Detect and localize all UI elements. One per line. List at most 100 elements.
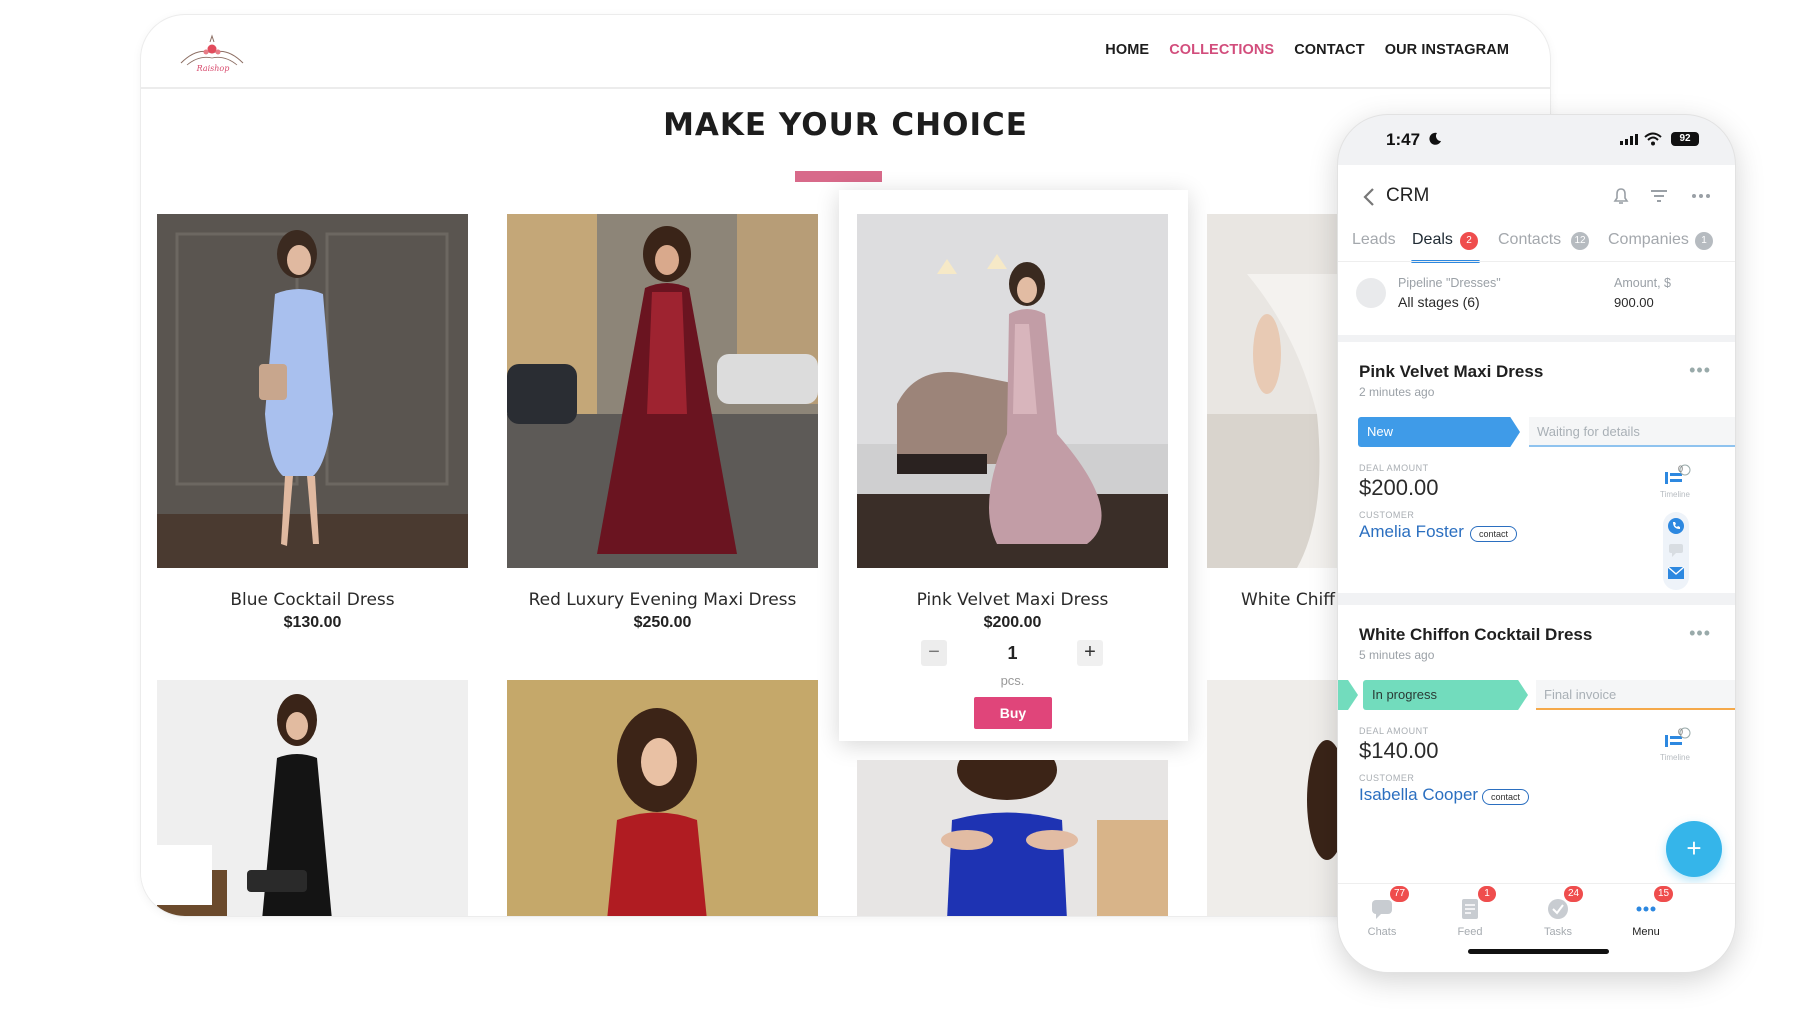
deals-badge: 2: [1460, 232, 1478, 250]
moon-icon: [1429, 132, 1441, 145]
deal-more-icon[interactable]: •••: [1689, 623, 1711, 644]
product-image[interactable]: [507, 680, 818, 916]
timeline-count: 0: [1678, 464, 1684, 474]
bell-icon[interactable]: [1610, 187, 1632, 205]
tab-leads[interactable]: Leads: [1352, 231, 1396, 249]
amount-value: 900.00: [1614, 295, 1654, 310]
chats-badge: 77: [1390, 886, 1410, 902]
stage-current-label: In progress: [1372, 687, 1438, 702]
deal-amount-label: DEAL AMOUNT: [1359, 726, 1429, 736]
stage-current[interactable]: New: [1358, 417, 1520, 447]
customer-name[interactable]: Amelia Foster: [1359, 522, 1464, 542]
tabbar-tasks[interactable]: 24 Tasks: [1514, 884, 1602, 944]
companies-badge: 1: [1695, 232, 1713, 250]
product-image[interactable]: [157, 214, 468, 568]
tabbar-chats[interactable]: 77 Chats: [1338, 884, 1426, 944]
nav-collections[interactable]: COLLECTIONS: [1169, 42, 1274, 58]
nav-contact[interactable]: CONTACT: [1294, 42, 1365, 58]
crm-tabs: Leads Deals 2 Contacts 12 Companies 1: [1338, 223, 1735, 263]
wifi-icon: [1644, 132, 1662, 146]
product-card-pink-velvet[interactable]: Pink Velvet Maxi Dress $200.00 − 1 + pcs…: [857, 214, 1168, 734]
product-image[interactable]: [857, 214, 1168, 568]
crm-header: CRM Leads Deals 2 Contacts 12 Companies …: [1338, 165, 1735, 335]
status-bar: 1:47 92: [1338, 115, 1735, 165]
chat-bubble-icon[interactable]: [1668, 542, 1684, 558]
dress-photo-blue-short: [857, 760, 1168, 916]
menu-dots-icon: [1636, 906, 1656, 912]
contact-tag: contact: [1470, 526, 1518, 542]
pipeline-label: Pipeline "Dresses": [1398, 276, 1501, 290]
deal-amount-label: DEAL AMOUNT: [1359, 463, 1429, 473]
timeline-label: Timeline: [1660, 753, 1690, 762]
stage-next[interactable]: Waiting for details: [1529, 417, 1735, 447]
product-name[interactable]: Blue Cocktail Dress: [157, 590, 468, 610]
product-price: $250.00: [633, 614, 692, 631]
filter-icon[interactable]: [1648, 187, 1670, 205]
customer-label: CUSTOMER: [1359, 773, 1415, 783]
title-underline: [795, 171, 882, 182]
deal-amount: $140.00: [1359, 738, 1439, 763]
tab-deals[interactable]: Deals: [1412, 231, 1453, 249]
nav-home[interactable]: HOME: [1105, 42, 1149, 58]
logo-ornament-icon: [180, 34, 244, 66]
tab-companies[interactable]: Companies: [1608, 231, 1689, 249]
stage-current[interactable]: In progress: [1363, 680, 1528, 710]
product-image[interactable]: [857, 760, 1168, 916]
tabbar-menu[interactable]: 15 Menu: [1602, 884, 1690, 944]
timeline-label: Timeline: [1660, 490, 1690, 499]
product-name[interactable]: Red Luxury Evening Maxi Dress: [507, 590, 818, 610]
product-card-red-short[interactable]: [507, 680, 818, 916]
tab-contacts[interactable]: Contacts: [1498, 231, 1561, 249]
stage-next[interactable]: Final invoice: [1536, 680, 1735, 710]
tabbar-label: Chats: [1367, 926, 1397, 938]
shop-logo[interactable]: Raishop: [177, 27, 247, 87]
deal-amount: $200.00: [1359, 475, 1439, 500]
tabbar-label: Tasks: [1543, 926, 1573, 938]
stage-previous: [1338, 680, 1358, 710]
battery-indicator: 92: [1671, 132, 1699, 146]
contacts-badge: 12: [1571, 232, 1589, 250]
mail-icon[interactable]: [1668, 566, 1684, 580]
deal-card[interactable]: Pink Velvet Maxi Dress 2 minutes ago •••…: [1338, 342, 1735, 593]
customer-label: CUSTOMER: [1359, 510, 1415, 520]
pipeline-stage[interactable]: All stages (6): [1398, 294, 1480, 310]
deal-more-icon[interactable]: •••: [1689, 360, 1711, 381]
deal-time: 2 minutes ago: [1359, 385, 1435, 399]
nav-instagram[interactable]: OUR INSTAGRAM: [1385, 42, 1509, 58]
more-icon[interactable]: [1690, 187, 1712, 205]
tabbar-feed[interactable]: 1 Feed: [1426, 884, 1514, 944]
customer-name[interactable]: Isabella Cooper: [1359, 785, 1478, 805]
dress-photo-pink: [857, 214, 1168, 568]
quantity-value[interactable]: 1: [857, 643, 1168, 664]
product-card-blue-cocktail[interactable]: Blue Cocktail Dress $130.00: [157, 214, 468, 644]
deal-time: 5 minutes ago: [1359, 648, 1435, 662]
logo-text: Raishop: [196, 64, 230, 73]
chat-icon: [1372, 900, 1392, 919]
product-price: $200.00: [983, 614, 1042, 631]
add-deal-button[interactable]: +: [1666, 821, 1722, 877]
timeline-count: 0: [1678, 727, 1684, 737]
dress-photo-red: [507, 214, 818, 568]
timeline-icon[interactable]: [1663, 464, 1691, 486]
product-card-red-luxury[interactable]: Red Luxury Evening Maxi Dress $250.00: [507, 214, 818, 644]
dress-photo-gold: [507, 680, 818, 916]
product-card-blue-short[interactable]: [857, 760, 1168, 916]
buy-button[interactable]: Buy: [974, 697, 1052, 729]
feed-icon: [1462, 899, 1478, 919]
product-name[interactable]: Pink Velvet Maxi Dress: [857, 590, 1168, 610]
bottom-tab-bar: 77 Chats 1 Feed 24 Tasks 15 Menu: [1338, 883, 1735, 972]
pipeline-selector[interactable]: Pipeline "Dresses" All stages (6) Amount…: [1338, 261, 1735, 335]
stage-current-label: New: [1367, 424, 1394, 439]
deal-title[interactable]: White Chiffon Cocktail Dress: [1359, 625, 1592, 645]
product-image[interactable]: [507, 214, 818, 568]
tasks-icon: [1548, 899, 1568, 919]
timeline-icon[interactable]: [1663, 727, 1691, 749]
deal-title[interactable]: Pink Velvet Maxi Dress: [1359, 362, 1543, 382]
quantity-plus-button[interactable]: +: [1077, 640, 1103, 666]
product-price: $130.00: [283, 614, 342, 631]
back-chevron-icon[interactable]: [1362, 187, 1376, 207]
tabbar-label: Menu: [1632, 926, 1660, 938]
corner-overlay: [141, 845, 212, 905]
phone-icon[interactable]: [1668, 518, 1684, 534]
contact-tag: contact: [1482, 789, 1530, 805]
